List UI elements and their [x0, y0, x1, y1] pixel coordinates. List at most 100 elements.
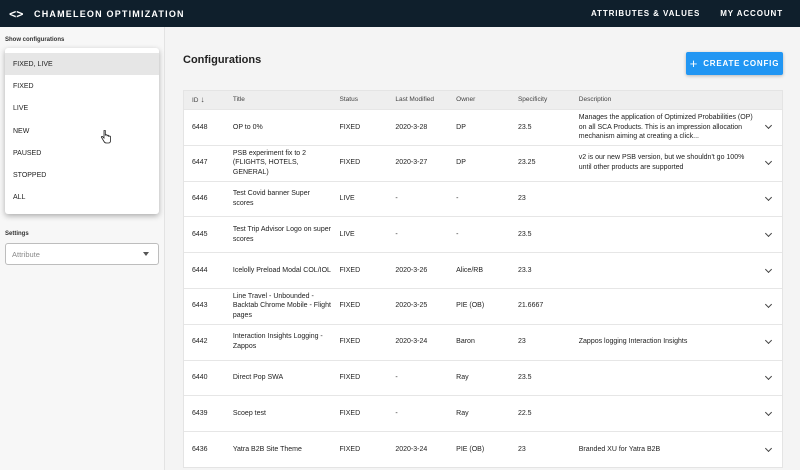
- cell-status: FIXED: [339, 409, 361, 417]
- cell-id: 6445: [192, 230, 208, 238]
- cell-last-modified: 2020-3-24: [395, 445, 428, 453]
- cell-last-modified: 2020-3-26: [395, 266, 428, 274]
- cell-id: 6443: [192, 302, 208, 310]
- cell-last-modified: 2020-3-24: [395, 338, 428, 346]
- chevron-down-icon: [765, 193, 773, 202]
- cell-description: Branded XU for Yatra B2B: [578, 445, 661, 453]
- cell-owner: PIE (OB): [456, 445, 485, 453]
- cell-owner: DP: [456, 123, 466, 131]
- column-header-last-modified[interactable]: Last Modified: [387, 95, 448, 104]
- cell-last-modified: -: [395, 230, 398, 238]
- nav-attributes-values[interactable]: ATTRIBUTES & VALUES: [591, 9, 700, 18]
- dropdown-option-live[interactable]: LIVE: [5, 98, 159, 120]
- cell-specificity: 23.5: [517, 374, 532, 382]
- nav-my-account[interactable]: MY ACCOUNT: [720, 9, 783, 18]
- cell-id: 6439: [192, 409, 208, 417]
- cell-owner: Alice/RB: [456, 266, 483, 274]
- cell-id: 6447: [192, 159, 208, 167]
- column-header-title[interactable]: Title: [225, 95, 332, 104]
- dropdown-option-all[interactable]: ALL: [5, 187, 159, 209]
- chevron-down-icon: [765, 229, 773, 237]
- sort-down-icon: ↓: [200, 95, 205, 105]
- show-configurations-label: Show configurations: [5, 37, 65, 43]
- cell-status: FIXED: [339, 123, 361, 131]
- dropdown-option-fixed[interactable]: FIXED: [5, 75, 159, 97]
- chevron-down-icon: [765, 265, 773, 273]
- expand-row-button[interactable]: [755, 444, 782, 452]
- column-header-description[interactable]: Description: [571, 95, 755, 104]
- page-title: Configurations: [183, 54, 262, 66]
- expand-row-button[interactable]: [755, 372, 782, 381]
- table-row[interactable]: 6447 PSB experiment fix to 2 (FLIGHTS, H…: [184, 144, 782, 181]
- chevron-down-icon: [765, 408, 773, 416]
- dropdown-option-stopped[interactable]: STOPPED: [5, 164, 159, 186]
- column-header-status[interactable]: Status: [332, 95, 388, 104]
- cell-description: Manages the application of Optimized Pro…: [578, 113, 753, 141]
- cell-owner: PIE (OB): [456, 302, 485, 310]
- cell-last-modified: 2020-3-25: [395, 302, 428, 310]
- cell-owner: -: [456, 230, 459, 238]
- cell-id: 6442: [192, 338, 208, 346]
- chevron-down-icon: [765, 372, 773, 381]
- column-header-id[interactable]: ID ↓: [184, 94, 225, 105]
- table-row[interactable]: 6444 Icelolly Preload Modal COL/IOL FIXE…: [184, 252, 782, 288]
- cell-id: 6448: [192, 123, 208, 131]
- cell-owner: Ray: [456, 374, 469, 382]
- dropdown-option-new[interactable]: NEW: [5, 120, 159, 142]
- table-row[interactable]: 6448 OP to 0% FIXED 2020-3-28 DP 23.5 Ma…: [184, 109, 782, 145]
- app-title: CHAMELEON OPTIMIZATION: [34, 8, 185, 19]
- plus-icon: +: [689, 56, 699, 71]
- table-row[interactable]: 6436 Yatra B2B Site Theme FIXED 2020-3-2…: [184, 431, 782, 467]
- cell-last-modified: 2020-3-28: [395, 123, 428, 131]
- table-row[interactable]: 6442 Interaction Insights Logging - Zapp…: [184, 323, 782, 360]
- cell-status: FIXED: [339, 445, 361, 453]
- chevron-down-icon: [765, 337, 773, 345]
- cell-id: 6444: [192, 266, 208, 274]
- table-row[interactable]: 6446 Test Covid banner Super scores LIVE…: [184, 180, 782, 217]
- chevron-down-icon: [765, 301, 773, 309]
- cell-status: FIXED: [339, 159, 361, 167]
- table-row[interactable]: 6440 Direct Pop SWA FIXED - Ray 23.5: [184, 359, 782, 396]
- column-header-specificity[interactable]: Specificity: [510, 95, 571, 104]
- table-row[interactable]: 6445 Test Trip Advisor Logo on super sco…: [184, 216, 782, 252]
- configuration-filter-dropdown: FIXED, LIVE FIXED LIVE NEW PAUSED STOPPE…: [5, 48, 159, 214]
- expand-row-button[interactable]: [755, 229, 782, 237]
- expand-row-button[interactable]: [755, 122, 782, 130]
- dropdown-option-fixed-live[interactable]: FIXED, LIVE: [5, 53, 159, 76]
- cell-specificity: 23: [517, 445, 526, 453]
- configurations-table: ID ↓ Title Status Last Modified Owner Spe…: [183, 90, 783, 468]
- cell-description: v2 is our new PSB version, but we should…: [578, 154, 745, 172]
- cell-specificity: 22.5: [517, 409, 532, 417]
- table-row[interactable]: 6439 Scoep test FIXED - Ray 22.5: [184, 395, 782, 431]
- cell-title: Test Trip Advisor Logo on super scores: [232, 225, 331, 243]
- logo[interactable]: <> CHAMELEON OPTIMIZATION: [9, 7, 185, 21]
- chevron-down-icon: [765, 122, 773, 130]
- cell-status: LIVE: [339, 230, 355, 238]
- cell-owner: Baron: [456, 338, 475, 346]
- column-header-owner[interactable]: Owner: [448, 95, 510, 104]
- cell-last-modified: -: [395, 409, 398, 417]
- expand-row-button[interactable]: [755, 408, 782, 416]
- expand-row-button[interactable]: [755, 265, 782, 273]
- cell-last-modified: 2020-3-27: [395, 159, 428, 167]
- expand-row-button[interactable]: [755, 337, 782, 345]
- expand-row-button[interactable]: [755, 301, 782, 309]
- table-row[interactable]: 6443 Line Travel - Unbounded - Backtab C…: [184, 287, 782, 324]
- cell-title: Icelolly Preload Modal COL/IOL: [232, 266, 331, 274]
- create-config-button[interactable]: + CREATE CONFIG: [686, 52, 783, 75]
- cell-specificity: 21.6667: [517, 302, 544, 310]
- cell-id: 6440: [192, 374, 208, 382]
- expand-row-button[interactable]: [755, 193, 782, 202]
- dropdown-option-paused[interactable]: PAUSED: [5, 142, 159, 164]
- cell-title: OP to 0%: [232, 123, 263, 131]
- cell-status: FIXED: [339, 374, 361, 382]
- attribute-select[interactable]: Attribute: [5, 243, 159, 265]
- hand-cursor-icon: [100, 130, 111, 144]
- cell-specificity: 23: [517, 195, 526, 203]
- chevron-down-icon: [765, 444, 773, 452]
- logo-icon: <>: [9, 6, 24, 21]
- cell-status: FIXED: [339, 338, 361, 346]
- cell-specificity: 23.5: [517, 123, 532, 131]
- expand-row-button[interactable]: [755, 158, 782, 166]
- cell-title: Direct Pop SWA: [232, 374, 284, 382]
